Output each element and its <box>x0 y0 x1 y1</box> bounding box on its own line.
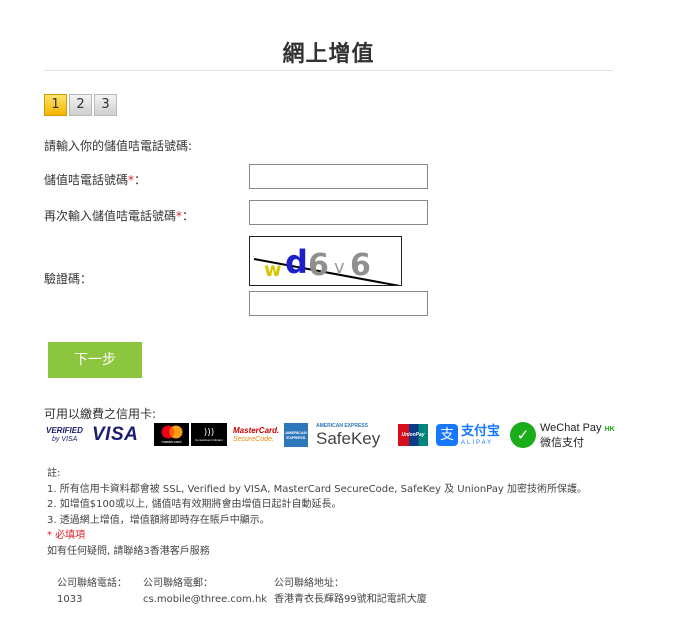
title-divider <box>44 70 613 71</box>
note-2: 2. 如增值$100或以上, 儲值咭有效期將會由增值日起計自動延長。 <box>47 499 342 510</box>
label-colon: ： <box>182 209 195 223</box>
mastercard-circles-icon <box>161 425 182 439</box>
wechat-pay-logo: ✓ WeChat Pay HK 微信支付 <box>510 420 650 450</box>
wechat-pay-cn: 微信支付 <box>540 435 584 449</box>
contact-phone-label: 公司聯絡電話： <box>57 578 127 589</box>
alipay-cn: 支付宝 <box>461 423 501 439</box>
contact-phone: 公司聯絡電話： 1033 <box>57 576 127 608</box>
mastercard-logo: mastercard <box>154 423 189 446</box>
captcha-graphic: w d 6 v 6 <box>253 243 401 285</box>
captcha-input[interactable] <box>249 291 428 316</box>
unionpay-text: UnionPay <box>401 432 425 438</box>
confirm-phone-label-text: 再次輸入儲值咭電話號碼 <box>44 209 177 223</box>
captcha-char-6b: 6 <box>350 248 371 283</box>
securecode-line2: SecureCode. <box>233 436 274 443</box>
captcha-char-6a: 6 <box>308 248 329 283</box>
step-2: 2 <box>69 94 92 116</box>
contactless-text: Contactless Indicator <box>194 437 223 442</box>
alipay-logo: 支 支付宝 ALIPAY <box>436 420 506 450</box>
visa-text: VISA <box>92 424 139 445</box>
captcha-image: w d 6 v 6 <box>249 236 402 286</box>
captcha-char-w: w <box>264 259 282 281</box>
next-button[interactable]: 下一步 <box>48 342 142 378</box>
notes-heading: 註: <box>47 468 61 479</box>
help-text: 如有任何疑問, 請聯絡3香港客戶服務 <box>47 545 210 557</box>
form-prompt: 請輸入你的儲值咭電話號碼: <box>44 139 193 153</box>
mastercard-text: mastercard <box>161 439 182 444</box>
wechat-pay-icon: ✓ <box>510 422 536 448</box>
alipay-icon: 支 <box>436 424 458 446</box>
captcha-char-v: v <box>334 257 345 278</box>
contact-email-value: cs.mobile@three.com.hk <box>143 594 268 605</box>
label-colon: ： <box>134 173 147 187</box>
wechat-pay-hk-badge: HK <box>604 425 615 433</box>
amex-logo: AMERICAN EXPRESS <box>284 423 308 447</box>
required-note: * 必填項 <box>47 530 86 541</box>
contactless-logo: ))) Contactless Indicator <box>191 423 227 446</box>
wechat-pay-text-group: WeChat Pay HK 微信支付 <box>540 422 615 449</box>
confirm-phone-input[interactable] <box>249 200 428 225</box>
contact-email-label: 公司聯絡電郵： <box>143 578 213 589</box>
vbv-line1: VERIFIED <box>46 426 83 435</box>
notes-section: 註: 1. 所有信用卡資料都會被 SSL, Verified by VISA, … <box>47 466 587 559</box>
visa-logo: VISA <box>92 420 146 450</box>
page-title: 網上增值 <box>282 42 375 67</box>
contact-address-label: 公司聯絡地址： <box>274 578 344 589</box>
note-1: 1. 所有信用卡資料都會被 SSL, Verified by VISA, Mas… <box>47 483 587 495</box>
contact-phone-value: 1033 <box>57 594 83 605</box>
card-logos: VERIFIED by VISA VISA mastercard ))) Con… <box>46 420 656 450</box>
unionpay-logo: UnionPay <box>398 424 428 446</box>
alipay-text-group: 支付宝 ALIPAY <box>461 424 500 447</box>
note-3: 3. 透過網上增值，增值額將即時存在賬戶中顯示。 <box>47 514 270 526</box>
step-indicator: 1 2 3 <box>44 94 117 116</box>
contact-email: 公司聯絡電郵： cs.mobile@three.com.hk <box>143 576 267 608</box>
confirm-phone-label: 再次輸入儲值咭電話號碼*： <box>44 207 194 224</box>
wechat-pay-en: WeChat Pay HK <box>540 422 615 436</box>
phone-label-text: 儲值咭電話號碼 <box>44 173 129 187</box>
contact-address-value: 香港青衣長輝路99號和記電訊大廈 <box>274 594 427 605</box>
phone-label: 儲值咭電話號碼*： <box>44 171 146 188</box>
securecode-line1: MasterCard. <box>233 426 280 435</box>
safekey-line2: SafeKey <box>316 428 381 448</box>
captcha-label: 驗證碼： <box>44 272 93 286</box>
safekey-logo: AMERICAN EXPRESS SafeKey <box>316 420 390 450</box>
step-3: 3 <box>94 94 117 116</box>
mastercard-securecode-logo: MasterCard. SecureCode. <box>233 420 280 450</box>
wechat-pay-en-text: WeChat Pay <box>540 421 602 434</box>
vbv-line2: by VISA <box>52 436 78 443</box>
contact-address: 公司聯絡地址： 香港青衣長輝路99號和記電訊大廈 <box>274 576 427 608</box>
phone-input[interactable] <box>249 164 428 189</box>
step-1: 1 <box>44 94 67 116</box>
verified-by-visa-logo: VERIFIED by VISA <box>46 420 84 450</box>
amex-text: AMERICAN EXPRESS <box>285 430 307 440</box>
captcha-char-d: d <box>285 243 308 281</box>
contactless-icon: ))) <box>203 427 215 438</box>
alipay-en: ALIPAY <box>461 439 494 446</box>
